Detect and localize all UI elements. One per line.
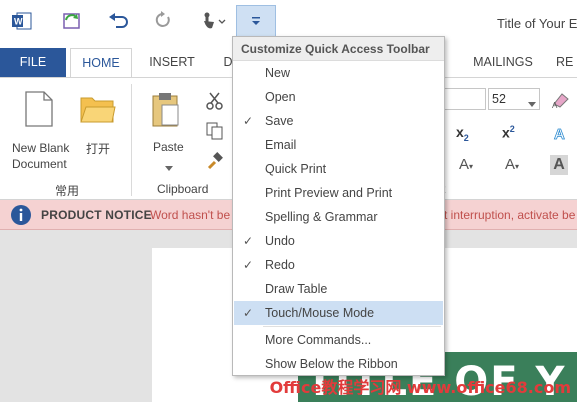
new-blank-label-line2: Document [12,157,67,171]
font-name-box[interactable] [444,88,486,110]
svg-text:A: A [554,126,565,142]
customize-qat-button[interactable] [236,5,276,37]
menu-item-label: Email [265,138,297,152]
font-size-dropdown-icon[interactable] [528,96,536,110]
new-blank-document-button[interactable]: New Blank Document [12,140,69,172]
paste-icon[interactable] [152,92,180,131]
word-app-icon[interactable]: W [8,7,36,35]
checkmark-icon: ✓ [243,234,254,248]
group-separator [131,84,132,196]
menu-item-undo[interactable]: ✓ Undo [234,229,443,253]
customize-qat-menu: Customize Quick Access Toolbar New Open ✓ S… [232,36,445,376]
notice-label: PRODUCT NOTICE [41,208,152,222]
font-size-value: 52 [492,92,506,106]
menu-item-quick-print[interactable]: Quick Print [234,157,443,181]
menu-separator [263,326,441,327]
menu-item-draw-table[interactable]: Draw Table [234,277,443,301]
svg-text:A: A [552,101,558,108]
checkmark-icon: ✓ [243,258,254,272]
watermark: Office教程学习网 www.office68.com [269,378,571,397]
menu-header: Customize Quick Access Toolbar [233,37,444,61]
menu-item-print-preview-and-print[interactable]: Print Preview and Print [234,181,443,205]
menu-item-label: Show Below the Ribbon [265,357,398,371]
menu-item-label: Open [265,90,296,104]
window-title: Title of Your Ev [497,16,577,31]
menu-item-label: New [265,66,291,80]
tab-home[interactable]: HOME [70,48,132,77]
menu-item-open[interactable]: Open [234,85,443,109]
menu-item-label: Print Preview and Print [265,186,393,200]
menu-item-label: Quick Print [265,162,327,176]
tab-review[interactable]: RE [556,48,577,77]
menu-item-save[interactable]: ✓ Save [234,109,443,133]
subscript-icon[interactable]: x2 [456,124,469,143]
tab-mailings[interactable]: MAILINGS [468,48,538,77]
menu-item-label: Save [265,114,294,128]
text-highlight-icon[interactable]: A▾ [459,156,473,173]
group-common-label: 常用 [55,184,80,198]
new-document-icon[interactable] [24,91,54,130]
menu-item-label: More Commands... [265,333,372,347]
cut-icon[interactable] [206,92,224,113]
shading-icon[interactable]: A [550,155,568,175]
menu-item-spelling-grammar[interactable]: Spelling & Grammar [234,205,443,229]
eraser-icon[interactable]: A [552,92,572,111]
open-folder-icon[interactable] [80,94,116,127]
notice-message-end[interactable]: t interruption, activate be [444,208,575,222]
menu-item-label: Undo [265,234,295,248]
menu-item-new[interactable]: New [234,61,443,85]
undo-icon[interactable] [104,7,132,35]
copy-icon[interactable] [206,122,224,143]
menu-item-redo[interactable]: ✓ Redo [234,253,443,277]
checkmark-icon: ✓ [243,306,254,320]
tab-file[interactable]: FILE [0,48,66,77]
tab-insert[interactable]: INSERT [142,48,202,77]
redo-icon[interactable] [149,7,177,35]
new-blank-label-line1: New Blank [12,141,70,155]
paste-button-label[interactable]: Paste [153,140,184,154]
menu-item-label: Draw Table [265,282,328,296]
svg-text:W: W [14,17,23,27]
checkmark-icon: ✓ [243,114,254,128]
touch-mode-icon[interactable] [194,7,230,35]
format-painter-icon[interactable] [206,152,224,173]
menu-item-show-below-the-ribbon[interactable]: Show Below the Ribbon [234,352,443,376]
notice-message-start: Word hasn't be [150,208,231,222]
menu-item-more-commands[interactable]: More Commands... [234,328,443,352]
superscript-icon[interactable]: x2 [502,124,515,141]
menu-item-email[interactable]: Email [234,133,443,157]
menu-item-touch-mouse-mode[interactable]: ✓ Touch/Mouse Mode [234,301,443,325]
group-clipboard-label: Clipboard [157,182,209,196]
paste-dropdown-icon[interactable] [165,160,173,174]
menu-item-label: Spelling & Grammar [265,210,378,224]
menu-item-label: Touch/Mouse Mode [265,306,375,320]
info-icon [10,204,32,229]
menu-item-label: Redo [265,258,295,272]
font-color-icon[interactable]: A▾ [505,156,519,173]
open-button-label[interactable]: 打开 [86,140,110,157]
save-icon[interactable] [58,7,86,35]
font-size-box[interactable]: 52 [488,88,540,110]
text-effects-icon[interactable]: A [552,124,570,145]
